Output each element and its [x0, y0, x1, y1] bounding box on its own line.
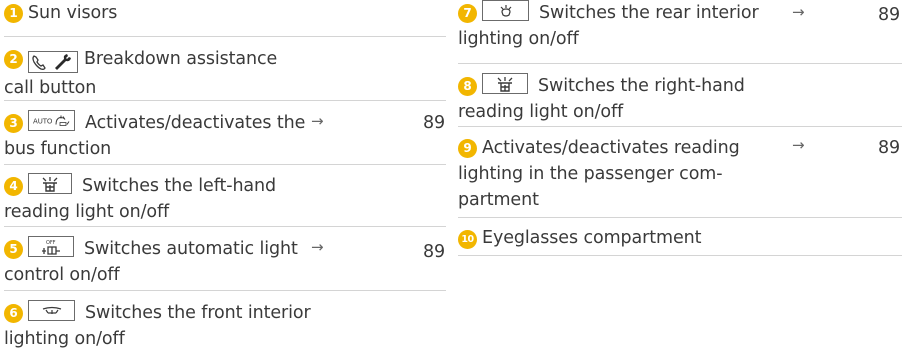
auto-icon-label: AUTO: [33, 117, 53, 125]
item-number-badge: 8: [458, 77, 477, 96]
list-item: 10 Eyeglasses compartment: [458, 218, 902, 256]
item-number-badge: 1: [4, 4, 23, 23]
item-text: Sun visors: [28, 3, 118, 23]
item-text-line: control on/off: [4, 265, 120, 285]
off-icon-label: OFF: [46, 240, 56, 246]
page-reference-arrow: →: [792, 3, 805, 21]
item-text-line: Activates/deactivates the: [85, 113, 306, 133]
item-number-badge: 6: [4, 304, 23, 323]
item-text-line: reading light on/off: [4, 202, 170, 222]
list-item: 8 Switches the right-hand reading light …: [458, 64, 902, 127]
item-number-badge: 2: [4, 50, 23, 69]
item-text-line: Activates/deactivates reading: [482, 138, 740, 158]
item-number-badge: 10: [458, 230, 477, 249]
rear-interior-light-icon: [482, 0, 529, 21]
auto-bus-function-icon: AUTO: [28, 110, 75, 131]
item-number-badge: 3: [4, 114, 23, 133]
page-reference-number[interactable]: 89: [878, 2, 900, 28]
list-item: 9 Activates/deactivates reading lighting …: [458, 127, 902, 218]
list-item: 2 Breakdown assistance call button: [4, 37, 446, 101]
page-reference-number[interactable]: 89: [878, 135, 900, 161]
breakdown-assistance-icon: [28, 49, 78, 75]
page-reference-number[interactable]: 89: [423, 239, 445, 265]
front-interior-light-icon: [28, 300, 75, 321]
list-item: 4 Switches the left-hand reading light o…: [4, 165, 446, 227]
item-text: Eyeglasses compartment: [482, 228, 702, 248]
item-text-line: Switches the right-hand: [538, 76, 745, 96]
list-item: 7 Switches the rear interior lighting on…: [458, 0, 902, 64]
list-item: 5 OFF Switches automatic light control o…: [4, 227, 446, 291]
page-reference-arrow: →: [311, 112, 324, 130]
item-text-line: partment: [458, 190, 539, 210]
item-text-line: lighting in the passenger com-: [458, 164, 723, 184]
item-text-line: Switches the front interior: [85, 303, 311, 323]
item-number-badge: 4: [4, 177, 23, 196]
page-reference-number[interactable]: 89: [423, 110, 445, 136]
item-text-line: lighting on/off: [458, 29, 579, 49]
right-column: 7 Switches the rear interior lighting on…: [458, 0, 902, 256]
item-text-line: Switches automatic light: [84, 239, 298, 259]
item-number-badge: 7: [458, 4, 477, 23]
list-item: 6 Switches the front interior lighting o…: [4, 291, 446, 353]
item-text-line: lighting on/off: [4, 329, 125, 349]
auto-light-off-icon: OFF: [28, 236, 74, 257]
item-text-line: bus function: [4, 139, 112, 159]
item-number-badge: 5: [4, 240, 23, 259]
reading-light-icon: [482, 73, 528, 94]
item-text-line: reading light on/off: [458, 102, 624, 122]
item-number-badge: 9: [458, 139, 477, 158]
item-text-line: Switches the rear interior: [539, 3, 759, 23]
list-item: 1 Sun visors: [4, 0, 446, 37]
reading-light-icon: [28, 173, 72, 194]
item-text-line: Switches the left-hand: [82, 176, 277, 196]
left-column: 1 Sun visors 2 Breakdown assistance call …: [4, 0, 446, 353]
item-text-line: Breakdown assistance: [84, 49, 278, 69]
item-text-line: call button: [4, 78, 97, 98]
page-reference-arrow: →: [792, 136, 805, 154]
page-reference-arrow: →: [311, 238, 324, 256]
list-item: 3 AUTO Activates/deactivates the bus fun…: [4, 101, 446, 165]
